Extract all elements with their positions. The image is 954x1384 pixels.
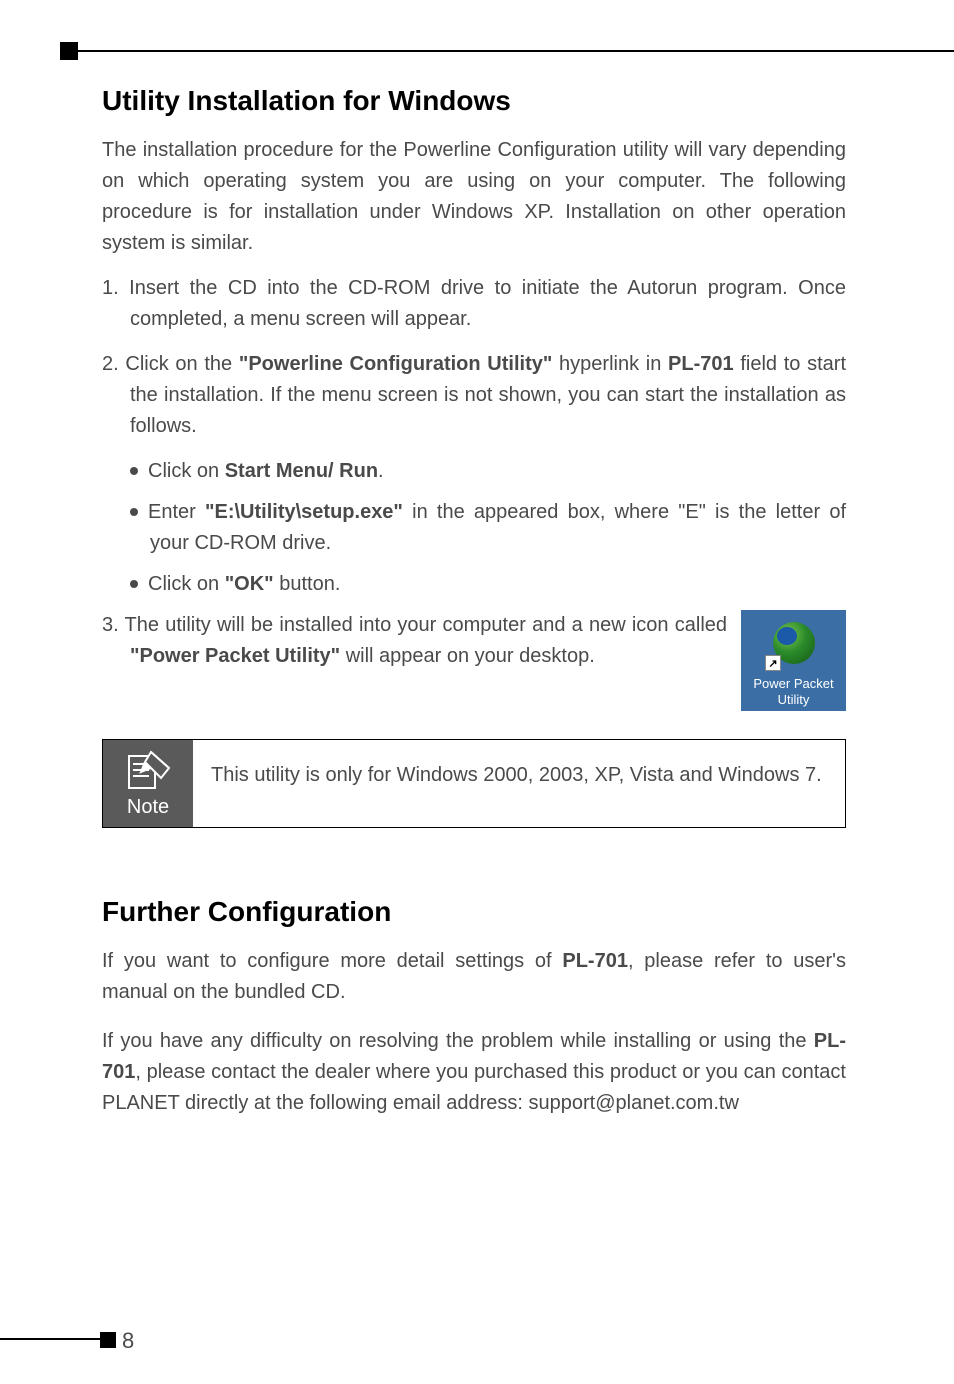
bullet-3: Click on "OK" button. [130,569,846,600]
footer-rule [0,1338,100,1340]
step2-prefix: 2. [102,353,125,375]
desktop-icon-label: Power Packet Utility [741,675,846,711]
bullet-icon [130,580,138,588]
desktop-icon-image: ↗ [741,610,846,675]
step3-a: The utility will be installed into your … [125,614,727,636]
p2-a: If you have any difficulty on resolving … [102,1030,814,1052]
page-number: 8 [122,1328,134,1354]
bullet-1: Click on Start Menu/ Run. [130,456,846,487]
step1-prefix: 1. [102,277,129,299]
note-text: This utility is only for Windows 2000, 2… [193,740,845,827]
step-1: 1. Insert the CD into the CD-ROM drive t… [102,273,846,335]
bullet-2: Enter "E:\Utility\setup.exe" in the appe… [130,497,846,559]
step3-prefix: 3. [102,614,125,636]
step-2: 2. Click on the "Powerline Configuration… [102,349,846,442]
section-further-config: Further Configuration If you want to con… [102,896,846,1119]
p2-c: , please contact the dealer where you pu… [102,1061,846,1114]
bullet3-c: button. [274,573,341,595]
step2-link-text: "Powerline Configuration Utility" [239,353,552,375]
note-icon [121,748,175,792]
power-packet-desktop-icon: ↗ Power Packet Utility [741,610,846,711]
bullet3-b: "OK" [225,573,274,595]
page-content: Utility Installation for Windows The ins… [102,85,846,1133]
step2-text-c: hyperlink in [552,353,668,375]
bullet1-c: . [378,460,384,482]
note-box: Note This utility is only for Windows 20… [102,739,846,828]
further-para1: If you want to configure more detail set… [102,946,846,1008]
step1-text: Insert the CD into the CD-ROM drive to i… [129,277,846,330]
step2-text-a: Click on the [125,353,238,375]
step-3: 3. The utility will be installed into yo… [102,610,727,672]
section-heading-further: Further Configuration [102,896,846,928]
p1-a: If you want to configure more detail set… [102,950,562,972]
step3-b: "Power Packet Utility" [130,645,340,667]
header-square-marker [60,42,78,60]
note-left-panel: Note [103,740,193,827]
intro-paragraph: The installation procedure for the Power… [102,135,846,259]
bullet2-b: "E:\Utility\setup.exe" [205,501,403,523]
bullet1-b: Start Menu/ Run [225,460,378,482]
bullet-icon [130,467,138,475]
shortcut-arrow-icon: ↗ [765,655,781,671]
step2-product: PL-701 [668,353,734,375]
p1-b: PL-701 [562,950,628,972]
footer-square-marker [100,1332,116,1348]
step-3-row: 3. The utility will be installed into yo… [102,610,846,711]
bullet2-a: Enter [148,501,205,523]
section-heading-utility: Utility Installation for Windows [102,85,846,117]
step3-c: will appear on your desktop. [340,645,595,667]
bullet-icon [130,508,138,516]
further-para2: If you have any difficulty on resolving … [102,1026,846,1119]
bullet1-a: Click on [148,460,225,482]
note-label: Note [127,796,169,819]
bullet3-a: Click on [148,573,225,595]
header-rule [60,50,954,52]
